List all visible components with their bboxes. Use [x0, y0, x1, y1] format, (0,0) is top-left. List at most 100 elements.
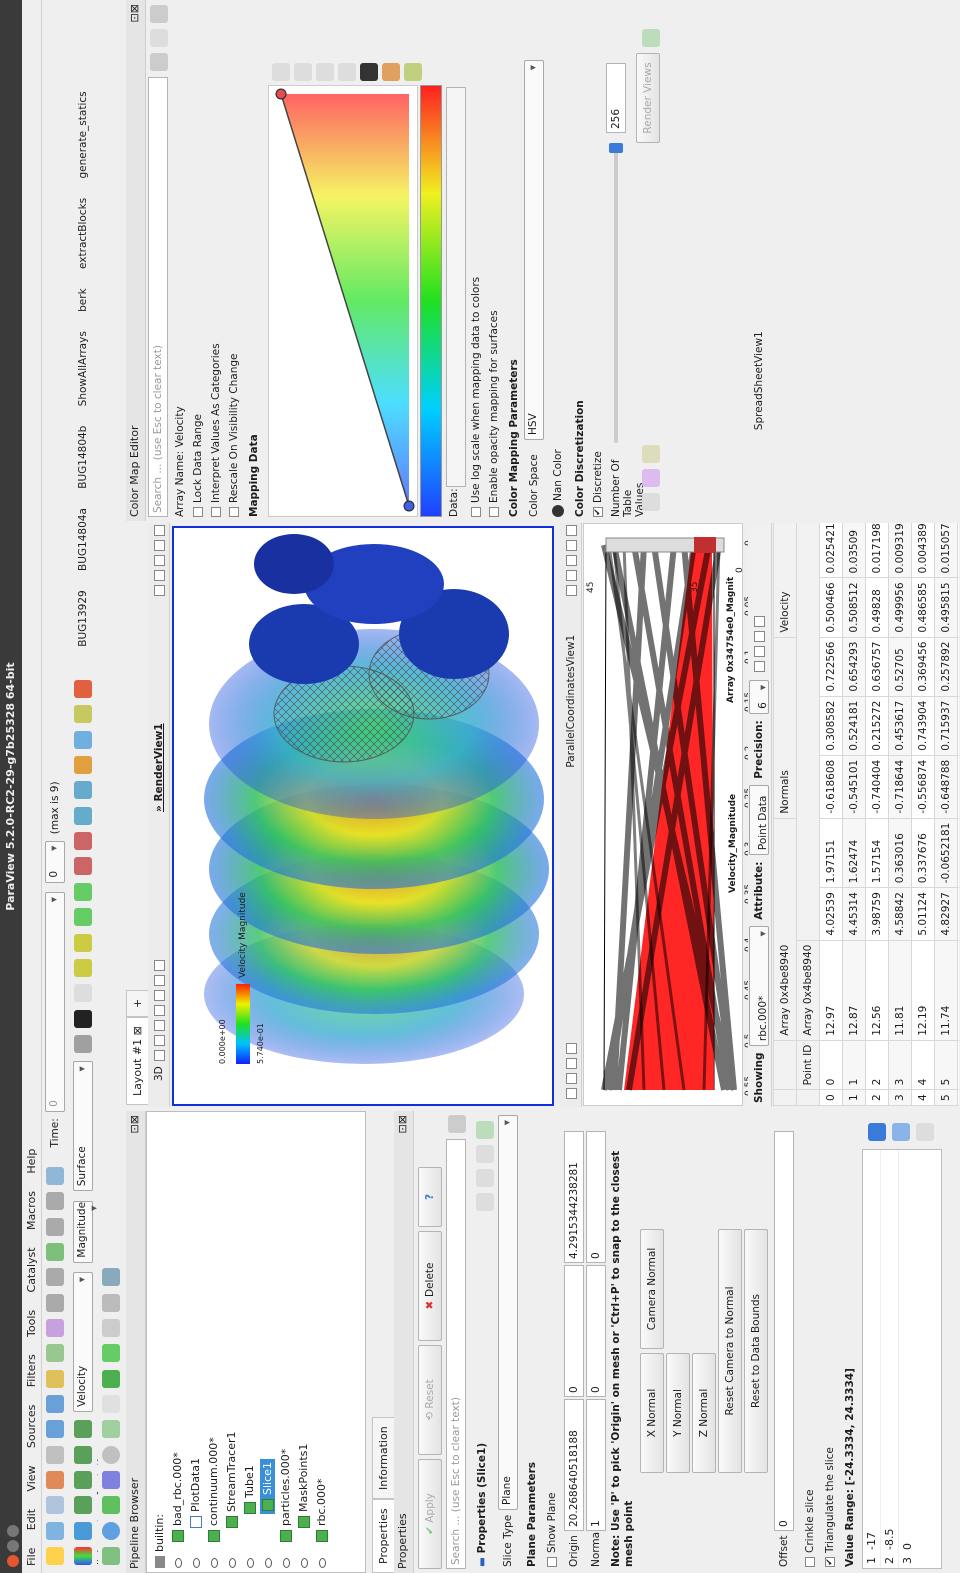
auto-apply-icon[interactable] — [46, 1318, 64, 1337]
remove-value-icon[interactable] — [892, 1123, 910, 1141]
table-cell[interactable]: 11.81 — [888, 940, 912, 1041]
table-cell[interactable]: 0.52705 — [888, 637, 912, 697]
table-cell[interactable]: 0.500466 — [819, 577, 843, 638]
new-layout-tab[interactable]: + — [126, 989, 148, 1017]
maximize-icon[interactable] — [7, 1525, 19, 1537]
table-cell[interactable]: 1.97151 — [819, 818, 843, 888]
toolbar-icon[interactable] — [153, 959, 165, 971]
control-point[interactable] — [403, 500, 415, 512]
reset-camera-normal-button[interactable]: Reset Camera to Normal — [718, 1229, 742, 1473]
menu-macros[interactable]: Macros — [22, 1184, 41, 1237]
table-row[interactable]: 1 1 12.87 4.45314 1.62474 -0.545101 0.524181 0.… — [842, 523, 866, 1106]
table-cell[interactable]: 12.56 — [865, 940, 889, 1041]
color-legend[interactable]: Velocity Magnitude 0.000e+00 5.740e-01 — [214, 804, 294, 1064]
previous-frame-icon[interactable] — [46, 1268, 64, 1287]
clip-icon[interactable] — [102, 1496, 120, 1515]
group-datasets-icon[interactable] — [102, 1318, 120, 1337]
table-cell[interactable]: 0.495815 — [934, 577, 958, 638]
triangulate-checkbox[interactable]: ✔Triangulate the slice — [824, 1447, 836, 1567]
lock-range-checkbox[interactable]: Lock Data Range — [192, 414, 204, 517]
table-cell[interactable]: 0.363016 — [888, 818, 912, 888]
tab-information[interactable]: Information — [372, 1417, 394, 1499]
slice-value-item[interactable]: 2-8.5 — [881, 1150, 899, 1568]
table-cell[interactable]: 0.49828 — [865, 577, 889, 638]
save-preset-icon[interactable] — [404, 63, 422, 81]
advanced-gear-icon[interactable] — [448, 1115, 466, 1133]
eye-icon[interactable] — [174, 1558, 182, 1568]
table-cell[interactable]: 0.743904 — [911, 696, 935, 756]
table-cell[interactable]: 0.508512 — [842, 577, 866, 638]
table-cell[interactable]: 0.722566 — [819, 637, 843, 697]
pick-center-icon[interactable] — [74, 730, 92, 749]
table-cell[interactable]: 0.0171987 — [865, 523, 889, 578]
apply-button[interactable]: ✔ Apply — [418, 1459, 442, 1569]
contour-icon[interactable] — [102, 1521, 120, 1540]
menu-edit[interactable]: Edit — [22, 1502, 41, 1537]
eye-icon[interactable] — [264, 1558, 272, 1568]
table-cell[interactable]: 0.0150577 — [934, 523, 958, 578]
close-view-icon[interactable] — [153, 525, 165, 536]
spreadsheet-view-title[interactable]: SpreadSheetView1 — [753, 331, 765, 430]
pipeline-item-maskpoints1[interactable]: MaskPoints1 — [295, 1112, 313, 1572]
table-cell[interactable]: 0.500007 — [957, 577, 959, 638]
table-cell[interactable]: 1.57154 — [865, 818, 889, 888]
table-cell[interactable]: 0.453617 — [888, 696, 912, 756]
table-cell[interactable]: 3.98759 — [865, 887, 889, 941]
table-cell[interactable]: 5 — [934, 1040, 958, 1090]
showing-select[interactable]: rbc.000* — [749, 926, 769, 1047]
macro-bug14804a[interactable]: BUG14804a — [77, 508, 89, 571]
origin-z-input[interactable]: 4.2915344238281 — [564, 1131, 584, 1263]
split-horizontal-icon[interactable] — [565, 585, 577, 596]
apply-preset-icon[interactable] — [642, 493, 660, 511]
camera-normal-button[interactable]: Camera Normal — [640, 1229, 664, 1349]
table-cell[interactable]: -0.545101 — [842, 755, 866, 819]
camera-redo-icon[interactable] — [46, 1394, 64, 1413]
table-cell[interactable]: -0.697571 — [957, 755, 959, 819]
rescale-visible-icon[interactable] — [74, 1420, 92, 1439]
maximize-view-icon[interactable] — [153, 555, 165, 566]
x-normal-button[interactable]: X Normal — [640, 1353, 664, 1473]
macro-showallarrays[interactable]: ShowAllArrays — [77, 331, 89, 406]
toolbar-icon[interactable] — [565, 1058, 577, 1069]
pipeline-item-rbc[interactable]: rbc.000* — [313, 1112, 331, 1572]
set-view-z-minus-icon[interactable] — [74, 832, 92, 851]
pipeline-item-tube1[interactable]: Tube1 — [241, 1112, 259, 1572]
table-cell[interactable]: -0.618608 — [819, 755, 843, 819]
menu-filters[interactable]: Filters — [22, 1347, 41, 1394]
copy-icon[interactable] — [476, 1193, 494, 1211]
reset-data-bounds-button[interactable]: Reset to Data Bounds — [744, 1229, 768, 1473]
first-frame-icon[interactable] — [46, 1293, 64, 1312]
table-cell[interactable]: 0.337676 — [911, 818, 935, 888]
eye-icon[interactable] — [246, 1558, 254, 1568]
color-space-select[interactable]: HSV — [524, 60, 544, 440]
render-view-canvas[interactable]: Velocity Magnitude 0.000e+00 5.740e-01 — [172, 526, 554, 1106]
slider-handle[interactable] — [609, 143, 623, 153]
export-icon[interactable] — [753, 615, 765, 627]
pipeline-item-slice1[interactable]: Slice1 — [259, 1112, 277, 1572]
table-row[interactable]: 4 4 12.19 5.01124 0.337676 -0.556874 0.743904 0… — [911, 523, 935, 1106]
zoom-to-data-icon[interactable] — [74, 1009, 92, 1028]
copy-icon[interactable] — [150, 29, 168, 47]
discretize-checkbox[interactable]: ✔Discretize — [592, 451, 604, 517]
set-view-x-plus-icon[interactable] — [74, 958, 92, 977]
table-cell[interactable]: 0.636757 — [865, 637, 889, 697]
render-views-button[interactable]: Render Views — [636, 53, 660, 143]
origin-x-input[interactable]: 20.26864051818​8 — [564, 1399, 584, 1531]
table-cell[interactable]: -0.718644 — [888, 755, 912, 819]
table-cell[interactable]: 11.74 — [934, 940, 958, 1041]
axis-brush-selection[interactable] — [694, 537, 716, 553]
redo-icon[interactable] — [46, 1445, 64, 1464]
interact-icon[interactable] — [74, 756, 92, 775]
offset-input[interactable]: 0 — [774, 1131, 794, 1531]
rescale-custom-icon[interactable] — [74, 1470, 92, 1489]
parallel-coordinates-canvas[interactable] — [583, 523, 743, 1106]
play-icon[interactable] — [46, 1242, 64, 1261]
rotate-minus-90-icon[interactable] — [74, 781, 92, 800]
table-cell[interactable]: 0.366371 — [957, 696, 959, 756]
delete-button[interactable]: ✖ Delete — [418, 1231, 442, 1341]
panel-close-icon[interactable]: ⊡⊠ — [128, 4, 141, 22]
rescale-range-icon[interactable] — [272, 63, 290, 81]
origin-y-input[interactable]: 0 — [564, 1265, 584, 1397]
column-header[interactable] — [796, 523, 820, 941]
table-cell[interactable]: 0.00931914 — [888, 523, 912, 578]
